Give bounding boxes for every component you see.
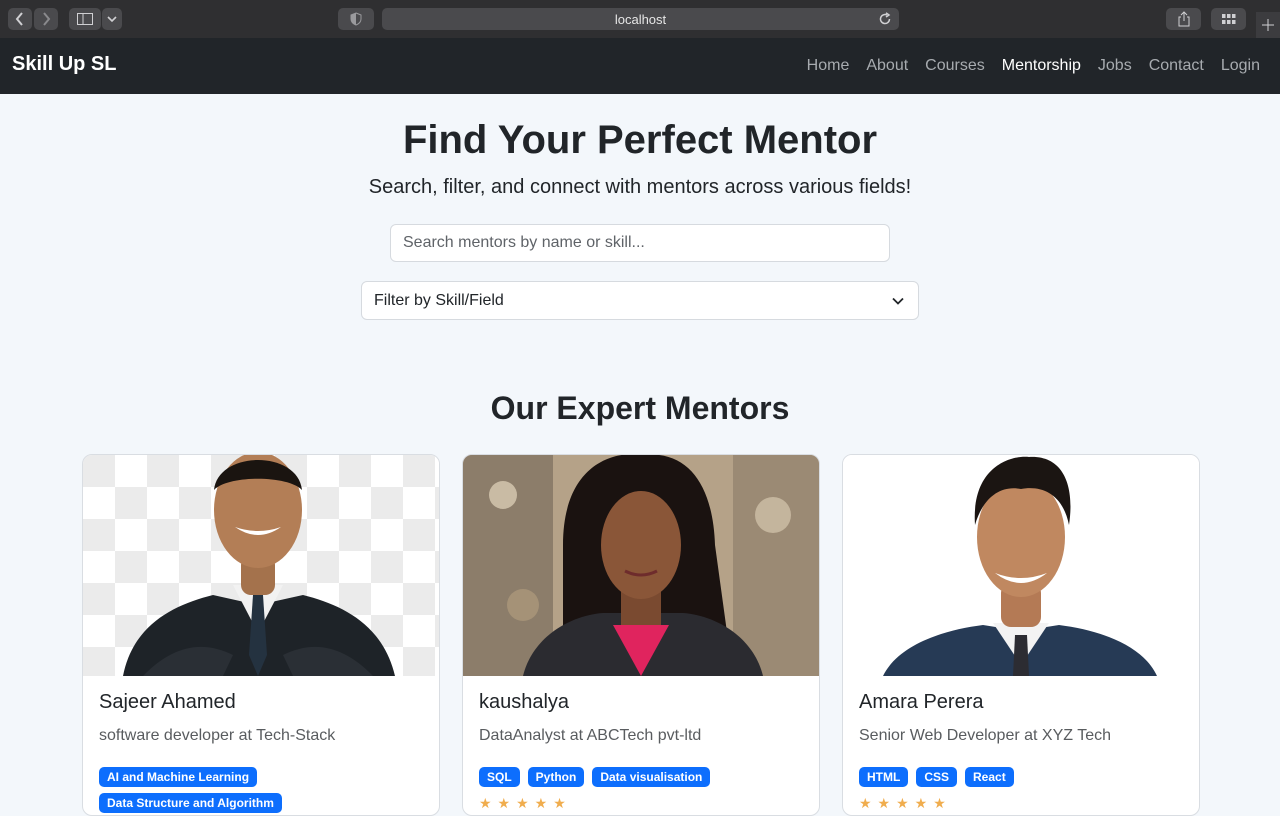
- skill-tags: HTML CSS React: [859, 767, 1179, 787]
- mentor-name: kaushalya: [479, 691, 570, 713]
- mentor-card[interactable]: Sajeer Ahamed software developer at Tech…: [82, 454, 440, 816]
- skill-tag: Python: [527, 767, 585, 787]
- mentor-role: software developer at Tech-Stack: [99, 727, 336, 744]
- nav-contact[interactable]: Contact: [1149, 57, 1204, 75]
- chevron-left-icon: [15, 12, 23, 26]
- reload-icon[interactable]: [877, 11, 893, 27]
- nav-login[interactable]: Login: [1221, 57, 1260, 75]
- rating-stars: ★★★★★: [859, 795, 952, 811]
- nav-links: Home About Courses Mentorship Jobs Conta…: [807, 38, 1260, 94]
- back-button[interactable]: [8, 8, 32, 30]
- sidebar-toggle-button[interactable]: [69, 8, 101, 30]
- mentor-photo: [843, 455, 1199, 676]
- chevron-right-icon: [43, 12, 51, 26]
- share-icon: [1178, 11, 1189, 27]
- skill-tag: SQL: [479, 767, 520, 787]
- section-title: Our Expert Mentors: [490, 390, 790, 426]
- chevron-down-icon: [892, 297, 904, 305]
- nav-about[interactable]: About: [866, 57, 908, 75]
- rating-stars: ★★★★★: [479, 795, 572, 811]
- nav-home[interactable]: Home: [807, 57, 850, 75]
- nav-mentorship[interactable]: Mentorship: [1002, 57, 1081, 75]
- mentor-photo: [463, 455, 819, 676]
- skill-filter-select[interactable]: Filter by Skill/Field: [361, 281, 919, 320]
- shield-icon: [350, 12, 362, 26]
- skill-tag: CSS: [916, 767, 958, 787]
- sidebar-menu-button[interactable]: [102, 8, 122, 30]
- mentor-card[interactable]: Amara Perera Senior Web Developer at XYZ…: [842, 454, 1200, 816]
- skill-tag: Data visualisation: [592, 767, 711, 787]
- brand-logo[interactable]: Skill Up SL: [12, 53, 116, 76]
- skill-tags: AI and Machine Learning Data Structure a…: [99, 767, 419, 813]
- chevron-down-icon: [107, 16, 117, 23]
- skill-tag: Data Structure and Algorithm: [99, 793, 282, 813]
- nav-courses[interactable]: Courses: [925, 57, 985, 75]
- mentor-photo: [83, 455, 439, 676]
- mentor-role: Senior Web Developer at XYZ Tech: [859, 727, 1111, 744]
- skill-tag: React: [965, 767, 1014, 787]
- address-bar[interactable]: localhost: [382, 8, 899, 30]
- plus-icon: [1262, 19, 1274, 31]
- mentor-card[interactable]: kaushalya DataAnalyst at ABCTech pvt-ltd…: [462, 454, 820, 816]
- forward-button[interactable]: [34, 8, 58, 30]
- browser-toolbar: localhost: [0, 0, 1280, 39]
- page-subtitle: Search, filter, and connect with mentors…: [368, 176, 912, 198]
- search-input[interactable]: [390, 224, 890, 262]
- mentor-name: Sajeer Ahamed: [99, 691, 236, 713]
- grid-icon: [1221, 14, 1235, 24]
- skill-tag: HTML: [859, 767, 909, 787]
- tab-overview-button[interactable]: [1211, 8, 1246, 30]
- mentor-role: DataAnalyst at ABCTech pvt-ltd: [479, 727, 702, 744]
- privacy-button[interactable]: [338, 8, 374, 30]
- share-button[interactable]: [1166, 8, 1201, 30]
- skill-tags: SQL Python Data visualisation: [479, 767, 799, 787]
- skill-tag: AI and Machine Learning: [99, 767, 258, 787]
- site-navbar: Skill Up SL Home About Courses Mentorshi…: [0, 38, 1280, 94]
- nav-jobs[interactable]: Jobs: [1098, 57, 1132, 75]
- sidebar-icon: [77, 13, 93, 25]
- mentor-name: Amara Perera: [859, 691, 984, 713]
- skill-filter-label: Filter by Skill/Field: [374, 291, 504, 309]
- url-text: localhost: [614, 11, 667, 27]
- new-tab-button[interactable]: [1256, 12, 1280, 38]
- page-title: Find Your Perfect Mentor: [402, 118, 878, 162]
